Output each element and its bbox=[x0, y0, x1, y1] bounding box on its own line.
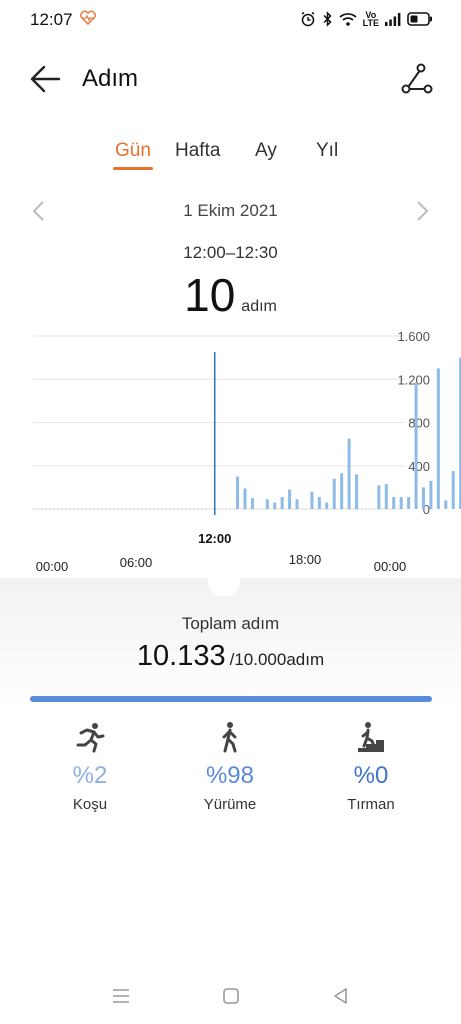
chart-bar bbox=[436, 368, 440, 509]
total-steps-value: 10.133 bbox=[136, 640, 226, 672]
climbing-percent: %0 bbox=[353, 762, 389, 789]
chart-bar bbox=[451, 471, 455, 509]
goal-progress-bar bbox=[30, 696, 432, 702]
chart-bar bbox=[332, 478, 336, 509]
tab-month[interactable]: Ay bbox=[255, 140, 277, 162]
activity-running: %2 Koşu bbox=[30, 720, 150, 813]
bluetooth-icon bbox=[322, 11, 333, 27]
x-tick-label: 00:00 bbox=[374, 559, 407, 574]
menu-button[interactable] bbox=[109, 984, 133, 1008]
y-tick-label: 1.200 bbox=[397, 372, 430, 387]
chart-bar bbox=[347, 438, 351, 509]
chart-bar bbox=[384, 484, 388, 509]
walking-label: Yürüme bbox=[203, 796, 257, 813]
wifi-icon bbox=[339, 12, 357, 26]
chart-scrubber-handle[interactable] bbox=[208, 565, 240, 597]
walking-icon bbox=[222, 722, 237, 753]
running-label: Koşu bbox=[72, 796, 108, 813]
tab-week[interactable]: Hafta bbox=[175, 140, 220, 162]
chart-bar bbox=[444, 500, 448, 509]
chart-bar bbox=[317, 497, 321, 509]
y-tick-label: 1.600 bbox=[397, 329, 430, 344]
active-tab-indicator bbox=[113, 167, 153, 170]
chart-bar bbox=[250, 498, 254, 509]
next-day-button[interactable] bbox=[413, 200, 431, 222]
total-steps-label: Toplam adım bbox=[181, 614, 280, 633]
chart-bar bbox=[273, 502, 277, 509]
chart-bar bbox=[310, 491, 314, 509]
chart-bar bbox=[377, 485, 381, 509]
page-title: Adım bbox=[82, 65, 139, 92]
system-nav-bar bbox=[0, 980, 461, 1020]
chart-bar bbox=[243, 488, 247, 509]
status-time: 12:07 bbox=[30, 10, 73, 29]
chart-bar bbox=[340, 473, 344, 509]
chart-bar bbox=[392, 497, 396, 509]
climbing-icon bbox=[358, 722, 384, 752]
route-button[interactable] bbox=[399, 61, 435, 97]
tab-day[interactable]: Gün bbox=[115, 140, 151, 162]
selected-steps: 10 adım bbox=[0, 268, 461, 322]
back-button[interactable] bbox=[28, 63, 64, 95]
back-nav-button[interactable] bbox=[329, 984, 353, 1008]
route-icon bbox=[401, 63, 433, 94]
volte-indicator: Vo LTE bbox=[362, 11, 379, 28]
chart-bar bbox=[421, 487, 425, 509]
activity-climbing: %0 Tırman bbox=[311, 720, 431, 813]
chart-bar bbox=[295, 499, 299, 509]
home-icon bbox=[223, 988, 239, 1004]
steps-goal: /10.000adım bbox=[229, 650, 325, 669]
x-tick-label: 06:00 bbox=[120, 555, 153, 570]
steps-bar-chart[interactable]: 1.6001.200800400012:0000:00 06:00 18:00 00:… bbox=[0, 326, 461, 576]
total-steps: 10.133/10.000adım bbox=[0, 640, 461, 673]
selected-steps-unit: adım bbox=[241, 298, 277, 315]
signal-icon bbox=[385, 12, 401, 26]
lte-label: LTE bbox=[362, 18, 379, 28]
x-tick-label: 18:00 bbox=[289, 552, 322, 567]
alarm-icon bbox=[300, 11, 316, 27]
chart-bar bbox=[355, 474, 359, 509]
date-navigator: 1 Ekim 2021 bbox=[0, 196, 461, 226]
walking-percent: %98 bbox=[205, 762, 255, 789]
climbing-label: Tırman bbox=[347, 796, 395, 813]
y-tick-label: 800 bbox=[408, 416, 430, 431]
chart-bar bbox=[429, 480, 433, 509]
battery-icon bbox=[407, 12, 433, 26]
chart-bar bbox=[280, 497, 284, 509]
chart-bar bbox=[288, 489, 292, 509]
selected-time-range: 12:00–12:30 bbox=[183, 243, 278, 262]
x-tick-label: 00:00 bbox=[36, 559, 69, 574]
home-button[interactable] bbox=[219, 984, 243, 1008]
selected-date: 1 Ekim 2021 bbox=[183, 201, 278, 220]
selected-steps-value: 10 bbox=[184, 269, 236, 321]
activity-walking: %98 Yürüme bbox=[170, 720, 290, 813]
heart-icon bbox=[80, 10, 96, 30]
arrow-left-icon bbox=[30, 65, 61, 93]
chart-bar bbox=[414, 382, 418, 509]
menu-icon bbox=[113, 989, 129, 1003]
running-icon bbox=[76, 723, 105, 753]
app-bar: Adım bbox=[0, 55, 461, 103]
tab-year[interactable]: Yıl bbox=[316, 140, 338, 162]
chart-bar bbox=[407, 497, 411, 509]
running-percent: %2 bbox=[72, 762, 108, 789]
triangle-back-icon bbox=[334, 988, 347, 1004]
period-tabs: Gün Hafta Ay Yıl bbox=[0, 136, 461, 176]
chart-bar bbox=[265, 499, 269, 509]
chart-bar bbox=[236, 476, 240, 509]
selected-x-label: 12:00 bbox=[198, 531, 231, 546]
status-bar: 12:07 Vo LTE bbox=[0, 0, 461, 40]
chart-bar bbox=[399, 497, 403, 509]
y-tick-label: 400 bbox=[408, 459, 430, 474]
chevron-right-icon bbox=[417, 201, 429, 221]
chart-bar bbox=[325, 502, 329, 509]
